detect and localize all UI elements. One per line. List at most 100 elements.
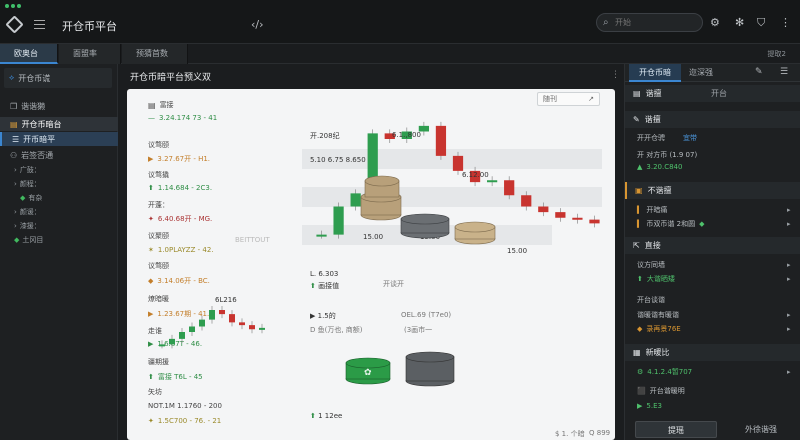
list-label-text: 议聚颐 bbox=[148, 232, 169, 240]
right-tab-1[interactable]: 迩深强 bbox=[679, 64, 723, 82]
list-label-text: 议骛颐 bbox=[148, 262, 169, 270]
sidebar-sub-label: 颜程： bbox=[19, 180, 41, 188]
tab-1[interactable]: 面盟率 bbox=[59, 44, 121, 64]
list-label-text: 议骛颐 bbox=[148, 141, 169, 149]
chevron-right-icon: ▸ bbox=[787, 311, 791, 319]
edit-icon[interactable]: ✎ bbox=[755, 67, 763, 77]
gold-coin-icon bbox=[454, 221, 496, 245]
right-row[interactable]: 议方同墙 ▸ bbox=[637, 260, 791, 270]
green-coin-stack-icon: ✿ bbox=[345, 357, 391, 385]
right-row-label: 议方同墙 bbox=[637, 261, 665, 269]
sidebar-item-0[interactable]: ❒ 谐谐獭 bbox=[0, 99, 118, 113]
sidebar-item-3[interactable]: ⚇ 岩签否通 bbox=[0, 148, 118, 162]
sparkle-icon: ✶ bbox=[148, 246, 154, 254]
sidebar-sub-4[interactable]: › 漆援： bbox=[14, 221, 41, 231]
right-row[interactable]: 开 对方币 (1.9 07) bbox=[637, 150, 697, 160]
section-title: 谐擅 bbox=[644, 115, 661, 124]
right-row[interactable]: 开台谈谐 bbox=[637, 295, 665, 305]
sidebar-sub-0[interactable]: › 广鼓： bbox=[14, 165, 41, 175]
list-value: ✦ 1.5C700 - 76. - 21 bbox=[148, 417, 221, 425]
cube-icon: ❒ bbox=[10, 101, 18, 111]
list-label-text: 疆期援 bbox=[148, 358, 169, 366]
right-row[interactable]: ▍ 币双币谐 2和圆 ◆ ▸ bbox=[637, 219, 791, 229]
candle bbox=[199, 319, 205, 327]
bar-icon: ▍ bbox=[637, 220, 643, 228]
right-row[interactable]: ⚙ 4.1.2.4暂707 ▸ bbox=[637, 367, 791, 377]
right-row-label: 大谐晒矮 bbox=[646, 275, 675, 283]
menu-icon[interactable]: ☰ bbox=[780, 67, 788, 77]
menu-icon[interactable] bbox=[34, 20, 45, 29]
play-icon: ▶ bbox=[310, 312, 316, 320]
shield-icon[interactable]: ⛉ bbox=[757, 16, 765, 30]
sidebar-item-label: 谐谐獭 bbox=[21, 101, 46, 111]
scene-text: 6.1.,800 bbox=[392, 131, 421, 139]
window-controls[interactable] bbox=[5, 4, 21, 8]
up-arrow-icon: ⬆ bbox=[637, 275, 643, 283]
list-label-text: 开蓬： bbox=[148, 201, 169, 209]
more-icon[interactable]: ⋮ bbox=[611, 70, 620, 80]
chart-box[interactable]: 随刊 ↗ bbox=[537, 92, 600, 106]
candle bbox=[239, 322, 245, 326]
diamond-icon: ◆ bbox=[148, 277, 154, 285]
section-aside: 开台 bbox=[711, 89, 727, 98]
chevron-right-icon: ▸ bbox=[787, 325, 791, 333]
list-value: ✶ 1.0PLAYZZ - 42. bbox=[148, 246, 214, 254]
sparkle-icon: ✦ bbox=[148, 417, 154, 425]
dark-coin-stack-icon bbox=[400, 213, 450, 239]
right-row[interactable]: 开开仓骋 宜带 bbox=[637, 133, 697, 143]
sidebar-item-1[interactable]: ▤ 开仓币暗台 bbox=[0, 117, 118, 131]
gear-icon[interactable]: ✻ bbox=[735, 16, 744, 29]
section-header[interactable]: ⇱ 直接 bbox=[625, 237, 800, 254]
star-icon: ✦ bbox=[148, 215, 154, 223]
sidebar-header-label: 开仓币谎 bbox=[18, 73, 51, 83]
search-input[interactable] bbox=[615, 16, 697, 29]
app-title: 开仓币平台 bbox=[62, 20, 117, 33]
list-label: 矢坊 bbox=[148, 387, 162, 397]
search-box[interactable]: ⌕ bbox=[596, 13, 703, 32]
section-header[interactable]: ▦ 新暖比 bbox=[625, 344, 800, 361]
right-row-label: 录再景76E bbox=[646, 325, 681, 333]
sidebar-sub-3[interactable]: › 颜谖： bbox=[14, 207, 41, 217]
sidebar-sub-5[interactable]: ◆ 土冈目 bbox=[14, 235, 43, 245]
doc-icon: ▤ bbox=[633, 89, 641, 98]
settings-gear-icon[interactable]: ⚙ bbox=[710, 16, 720, 29]
section-header[interactable]: ✎ 谐擅 bbox=[625, 111, 800, 128]
right-row-label: 币双币谐 2和圆 bbox=[646, 220, 696, 228]
right-tab-0[interactable]: 开仓币暗 bbox=[629, 64, 681, 82]
tab-2[interactable]: 预猜首数 bbox=[122, 44, 188, 64]
code-icon[interactable]: ‹/› bbox=[251, 18, 264, 31]
primary-button[interactable]: 提瑶 bbox=[635, 421, 717, 438]
coin-icon: ⟡ bbox=[9, 73, 15, 82]
sidebar: ⟡ 开仓币谎 ❒ 谐谐獭 ▤ 开仓币暗台 ☰ 开币暗平 ⚇ 岩签否通 › 广鼓： › 颜程：… bbox=[0, 64, 118, 440]
sidebar-header[interactable]: ⟡ 开仓币谎 bbox=[4, 68, 112, 88]
candle bbox=[487, 180, 498, 183]
sidebar-sub-1[interactable]: › 颜程： bbox=[14, 179, 41, 189]
tab-label: 欧奥台 bbox=[14, 49, 38, 58]
candle bbox=[259, 327, 265, 330]
right-row[interactable]: ◆ 录再景76E ▸ bbox=[637, 324, 791, 334]
up-arrow-icon: ⬆ bbox=[310, 412, 316, 420]
sidebar-item-2[interactable]: ☰ 开币暗平 bbox=[0, 132, 118, 146]
page-title: 开仓币暗平台预义双 bbox=[130, 73, 212, 83]
right-row[interactable]: 谐暖谐有暖谐 ▸ bbox=[637, 310, 791, 320]
sidebar-sub-label: 土冈目 bbox=[22, 236, 44, 244]
scene-text: (3画市一 bbox=[404, 326, 433, 334]
right-row[interactable]: ▶ 5.E3 bbox=[637, 402, 662, 410]
sidebar-sub-label: 有杂 bbox=[28, 194, 43, 202]
list-value: ⬆ 1.14.684 - 2C3. bbox=[148, 184, 212, 192]
right-row[interactable]: ▍ 开暗痛 ▸ bbox=[637, 205, 791, 215]
secondary-button[interactable]: 外徐谐强 bbox=[725, 421, 797, 438]
expand-icon: ↗ bbox=[588, 95, 594, 103]
right-row[interactable]: ⬆ 大谐晒矮 ▸ bbox=[637, 274, 791, 284]
section-header[interactable]: ▣ 不谐擅 bbox=[625, 182, 800, 199]
section-header[interactable]: ▤ 谐擅 开台 bbox=[625, 85, 800, 102]
right-tabs: 开仓币暗 迩深强 ✎ ☰ bbox=[625, 64, 800, 82]
right-row[interactable]: ⬛ 开台谐暖明 bbox=[637, 386, 685, 396]
more-icon[interactable]: ⋮ bbox=[780, 16, 791, 29]
tab-0[interactable]: 欧奥台 bbox=[0, 44, 58, 64]
candle bbox=[169, 338, 175, 345]
tabs-right-label[interactable]: 提取2 bbox=[768, 49, 786, 59]
sidebar-item-label: 开币暗平 bbox=[23, 134, 56, 144]
scene-text: Q 899 bbox=[589, 429, 611, 437]
sidebar-sub-2[interactable]: ◆ 有杂 bbox=[20, 193, 42, 203]
